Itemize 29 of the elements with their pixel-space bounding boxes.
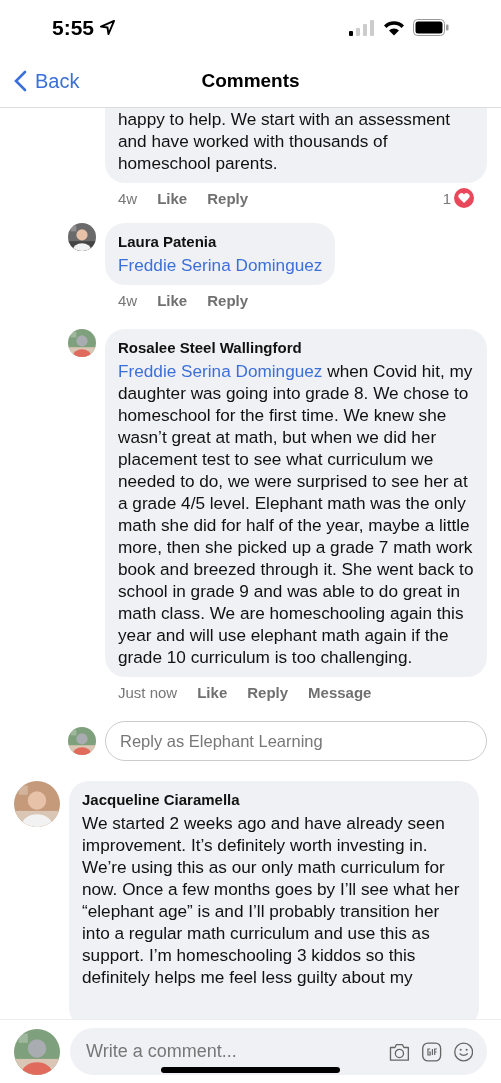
reaction-count: 1 [442,189,451,207]
wifi-icon [383,19,405,36]
mention-link[interactable]: Freddie Serina Dominguez [118,361,323,381]
comment-text: We started 2 weeks ago and have already seen improvement. It’s definitely worth investing in. We’re using this as our only math curriculum for now. Once a few months goes by I’ll see what her “elephant age” is and I’ll probably transition her into a regular math curriculum and use this as support. I’m homeschooling 3 kiddos so this definitely helps me feel less guilty about my [82,812,461,988]
signal-icon [349,19,375,36]
comment-text: happy to help. We start with an assessment and have worked with thousands of homeschool parents. [118,108,452,174]
author-name: Rosalee Steel Wallingford [118,338,303,358]
comment-text: Freddie Serina Dominguez when Covid hit, my daughter was going into grade 8. We chose to homeschool for the first time. We knew she wasn’t great at math, but when we did her placement test to see what curriculum we needed to do, we were surprised to see her at a grade 4/5 level. Elephant math was the only math she did for half of the year, maybe a little more, then she picked up a grade 7 math work book and breezed through it. She went back to school in grade 9 and was able to do great in math class. We are homeschooling again this year and will use elephant math again if the grade 10 curriculum is too challenging. [118,360,474,668]
comment-time: Just now [118,683,178,701]
location-icon [100,20,116,35]
comment-composer[interactable]: Write a comment... [70,1028,487,1075]
mention-link[interactable]: Freddie Serina Dominguez [118,254,323,276]
comment-action[interactable]: Reply [207,189,249,207]
comment-action[interactable]: Like [157,189,188,207]
reply-field[interactable]: Reply as Elephant Learning [105,721,487,761]
comment-action[interactable]: Like [157,291,188,309]
author-name: Laura Patenia [118,232,218,252]
comment-action[interactable]: Reply [247,683,289,701]
comment-action[interactable]: Reply [207,291,249,309]
comment-time: 4w [118,189,138,207]
back-button[interactable]: Back [0,69,80,93]
screen-title: Comments [201,70,300,92]
battery-icon [413,19,449,36]
author-name: Jacqueline Ciaramella [82,790,241,810]
chevron-left-icon [14,70,27,92]
comment-action[interactable]: Message [308,683,372,701]
comment-action[interactable]: Like [197,683,228,701]
status-time: 5:55 [52,15,95,40]
comment-time: 4w [118,291,138,309]
